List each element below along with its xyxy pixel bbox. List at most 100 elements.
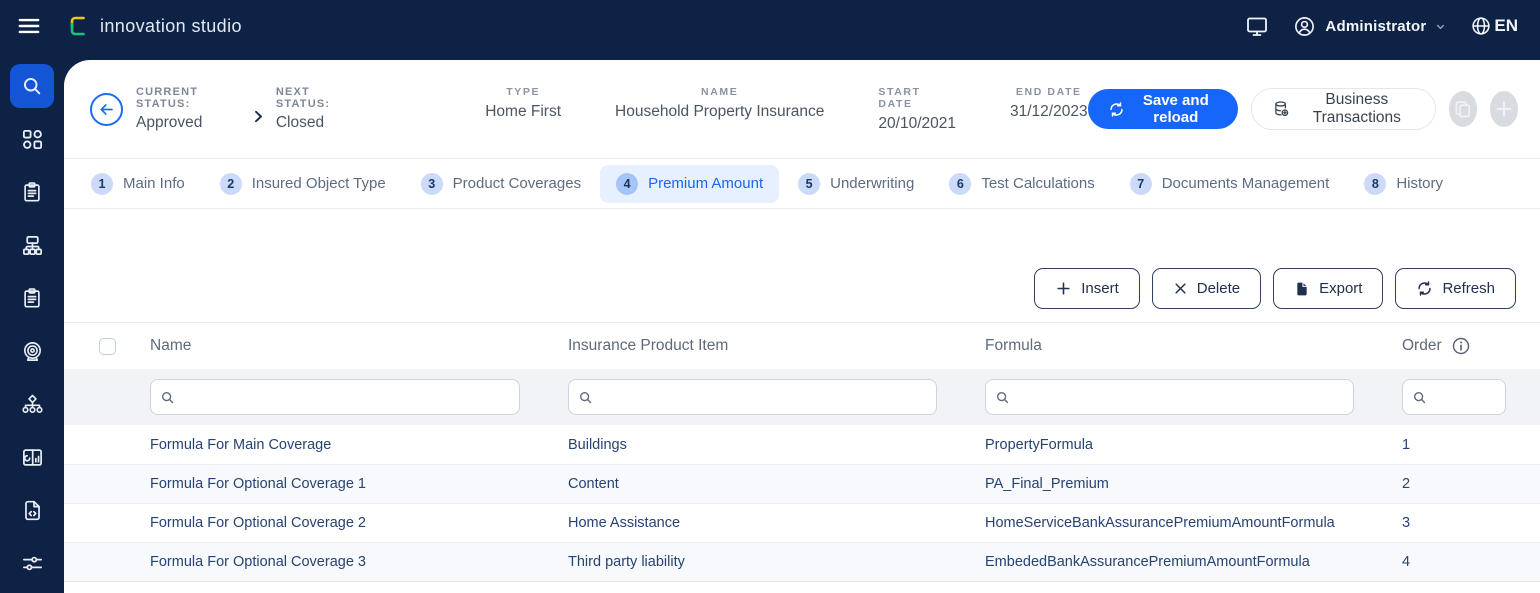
plus-icon — [1055, 280, 1072, 297]
sidebar-item-modules[interactable] — [10, 117, 54, 161]
product-header: CURRENT STATUS: Approved NEXT STATUS: Cl… — [64, 60, 1540, 158]
tab-insured-object-type[interactable]: 2 Insured Object Type — [204, 165, 402, 203]
field-type: TYPE Home First — [485, 86, 561, 133]
chevron-right-icon — [251, 109, 266, 124]
delete-label: Delete — [1196, 280, 1241, 297]
current-status-value: Approved — [136, 114, 203, 131]
formula-filter-input[interactable] — [986, 380, 1353, 414]
monitor-icon[interactable] — [1245, 14, 1269, 38]
insert-label: Insert — [1081, 280, 1119, 297]
info-icon[interactable] — [1451, 336, 1471, 356]
cell-formula: HomeServiceBankAssurancePremiumAmountFor… — [985, 515, 1335, 531]
topbar-right: Administrator EN — [1245, 14, 1518, 38]
search-icon — [21, 75, 43, 97]
table-header-row: Name Insurance Product Item Formula Order — [64, 323, 1540, 369]
insurance_product_item-filter-input[interactable] — [569, 380, 936, 414]
sidebar-item-process-flow[interactable] — [10, 223, 54, 267]
tab-documents-management[interactable]: 7 Documents Management — [1114, 165, 1346, 203]
user-icon — [1293, 15, 1316, 38]
table-row[interactable]: Formula For Optional Coverage 1 Content PA… — [64, 464, 1540, 503]
select-all-cell — [64, 337, 150, 355]
sidebar-item-goals[interactable] — [10, 329, 54, 373]
table-row[interactable]: Formula For Main Coverage Buildings Proper… — [64, 425, 1540, 464]
premium-amount-table: Name Insurance Product Item Formula Order F… — [64, 322, 1540, 582]
back-button[interactable] — [90, 92, 123, 126]
delete-button[interactable]: Delete — [1151, 268, 1262, 309]
refresh-button[interactable]: Refresh — [1395, 268, 1516, 309]
field-end-date-label: END DATE — [1015, 85, 1082, 98]
field-end-date: END DATE 31/12/2023 — [1010, 86, 1088, 133]
forms-icon — [21, 287, 43, 309]
export-button[interactable]: Export — [1273, 268, 1384, 309]
sidebar-item-search[interactable] — [10, 64, 54, 108]
language-selector[interactable]: EN — [1470, 15, 1518, 37]
filter-cell-name — [150, 379, 568, 415]
table-filter-row — [64, 369, 1540, 425]
file-icon — [1294, 281, 1310, 297]
tab-history[interactable]: 8 History — [1348, 165, 1459, 203]
cell-insurance_product_item: Third party liability — [568, 554, 685, 570]
cell-insurance_product_item: Content — [568, 476, 619, 492]
table-row[interactable]: Formula For Optional Coverage 2 Home Assi… — [64, 503, 1540, 542]
tab-product-coverages[interactable]: 3 Product Coverages — [405, 165, 597, 203]
sidebar-item-dashboard[interactable] — [10, 435, 54, 479]
content-card: CURRENT STATUS: Approved NEXT STATUS: Cl… — [64, 60, 1540, 593]
next-status-value: Closed — [275, 114, 325, 131]
add-button[interactable] — [1489, 91, 1518, 127]
tab-number-badge: 7 — [1129, 172, 1152, 195]
field-end-date-value: 31/12/2023 — [1009, 102, 1088, 120]
name-filter-input[interactable] — [151, 380, 519, 414]
tab-underwriting[interactable]: 5 Underwriting — [782, 165, 930, 203]
sidebar-item-document-code[interactable] — [10, 488, 54, 532]
sidebar-item-settings[interactable] — [10, 541, 54, 585]
select-all-checkbox[interactable] — [98, 337, 116, 355]
brand-name: innovation studio — [100, 15, 242, 36]
tabs-divider — [64, 208, 1540, 209]
save-and-reload-button[interactable]: Save and reload — [1087, 89, 1239, 129]
cell-order: 4 — [1402, 554, 1411, 570]
settings-icon — [21, 552, 44, 575]
tab-label: History — [1396, 175, 1443, 192]
sidebar-item-hierarchy[interactable] — [10, 382, 54, 426]
refresh-label: Refresh — [1442, 280, 1495, 297]
tab-test-calculations[interactable]: 6 Test Calculations — [933, 165, 1110, 203]
user-name: Administrator — [1325, 17, 1427, 35]
search-icon — [578, 390, 593, 405]
tab-number-badge: 3 — [420, 172, 443, 195]
field-name-label: NAME — [701, 85, 739, 98]
cell-formula: PropertyFormula — [985, 436, 1093, 453]
cell-order: 2 — [1402, 476, 1411, 492]
tab-number-badge: 5 — [798, 172, 821, 195]
sidebar-item-tasks[interactable] — [10, 170, 54, 214]
copy-icon — [1453, 99, 1473, 119]
insert-button[interactable]: Insert — [1034, 268, 1140, 309]
copy-button[interactable] — [1448, 91, 1477, 127]
menu-icon[interactable] — [14, 13, 44, 39]
column-label: Formula — [985, 337, 1042, 354]
business-transactions-button[interactable]: Business Transactions — [1251, 88, 1436, 130]
tab-premium-amount[interactable]: 4 Premium Amount — [600, 164, 780, 203]
plus-icon — [1494, 99, 1514, 119]
product-fields: TYPE Home First NAME Household Property … — [485, 86, 1087, 133]
header-actions: Save and reload Business Transactions — [1087, 88, 1518, 130]
cell-name: Formula For Optional Coverage 2 — [150, 515, 366, 531]
tab-number-badge: 6 — [949, 172, 972, 195]
column-label: Order — [1402, 337, 1442, 354]
document-code-icon — [21, 499, 44, 522]
column-label: Insurance Product Item — [568, 337, 729, 354]
language-code: EN — [1494, 16, 1518, 35]
dashboard-icon — [21, 446, 44, 469]
user-menu[interactable]: Administrator — [1293, 15, 1446, 38]
search-box-name — [150, 379, 520, 415]
export-label: Export — [1319, 280, 1363, 297]
search-box-order — [1402, 379, 1506, 415]
field-type-value: Home First — [485, 102, 562, 120]
current-status: CURRENT STATUS: Approved — [136, 86, 237, 132]
tab-label: Documents Management — [1161, 175, 1330, 192]
save-and-reload-label: Save and reload — [1142, 92, 1209, 126]
table-row[interactable]: Formula For Optional Coverage 3 Third par… — [64, 542, 1540, 581]
sidebar-item-forms[interactable] — [10, 276, 54, 320]
tab-main-info[interactable]: 1 Main Info — [75, 165, 201, 203]
chevron-down-icon — [1435, 21, 1446, 32]
column-header-order: Order — [1402, 336, 1540, 356]
